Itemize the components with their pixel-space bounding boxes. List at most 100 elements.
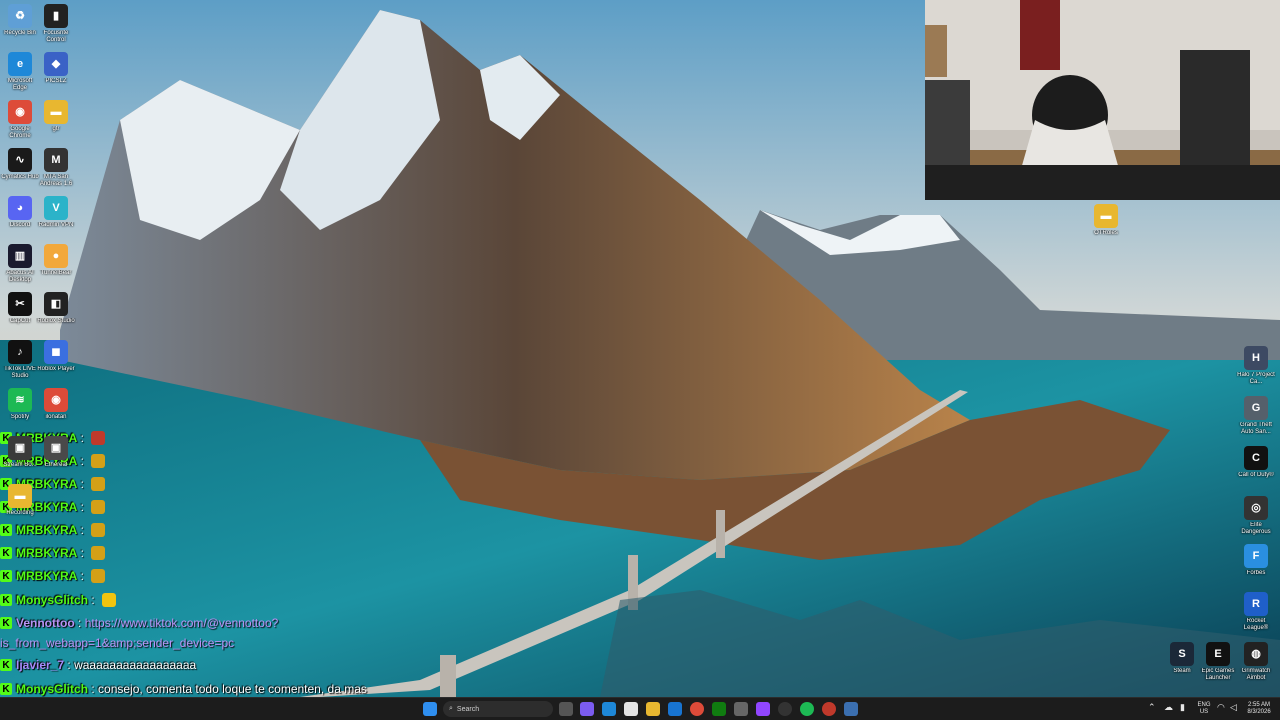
game-desktop-shortcut[interactable]: ◎ Elite Dangerous: [1236, 496, 1276, 536]
folder-desktop-shortcut[interactable]: ▬ OTRoles: [1086, 204, 1126, 244]
steam-desktop-shortcut[interactable]: S Steam: [1162, 642, 1202, 682]
radmin-desktop-shortcut[interactable]: V Radmin VPN: [36, 196, 76, 236]
chat-message: K Ijavier_7 : waaaaaaaaaaaaaaaaa: [0, 655, 196, 675]
abacus-desktop-shortcut[interactable]: ▥ Abacus.AI Desktop: [0, 244, 40, 284]
chat-text[interactable]: is_from_webapp=1&amp;sender_device=pc: [0, 636, 234, 650]
discord-desktop-shortcut[interactable]: ◕ Discord: [0, 196, 40, 236]
desktop-shortcut-label: Epic Games Launcher: [1201, 668, 1235, 681]
tray-chevron-icon[interactable]: ⌃: [1148, 703, 1156, 712]
folder-desktop-shortcut[interactable]: ▬ gtr: [36, 100, 76, 140]
game-icon: ◎: [1244, 496, 1268, 520]
chat-message: is_from_webapp=1&amp;sender_device=pc: [0, 633, 234, 653]
twitch-icon[interactable]: [756, 702, 770, 716]
halo-desktop-shortcut[interactable]: H Halo 7 Project Ca...: [1236, 346, 1276, 386]
cymatics-desktop-shortcut[interactable]: ∿ Cymatics Hub: [0, 148, 40, 188]
volume-icon[interactable]: ◁: [1230, 703, 1237, 712]
app-desktop-shortcut[interactable]: ◆ PICSLZ: [36, 52, 76, 92]
chat-separator: :: [77, 477, 88, 491]
language-indicator[interactable]: ENG US: [1197, 702, 1211, 716]
chat-emote-icon: [91, 546, 106, 560]
gta-desktop-shortcut[interactable]: G Grand Theft Auto San...: [1236, 396, 1276, 436]
edge-desktop-shortcut[interactable]: e Microsoft Edge: [0, 52, 40, 92]
chat-text: consejo, comenta todo loque te comenten,…: [98, 682, 367, 696]
epic-games-desktop-shortcut[interactable]: E Epic Games Launcher: [1198, 642, 1238, 682]
taskbar: ⌕ Search ⌃ ☁ ▮ ENG US ◠ ◁ 2:55 AM 8/3/20…: [0, 697, 1280, 720]
game-desktop-shortcut[interactable]: ◍ Grimwatch Aimbot: [1236, 642, 1276, 682]
chrome-desktop-shortcut[interactable]: ◉ ilonatan: [36, 388, 76, 428]
spotify-desktop-shortcut[interactable]: ≋ Spotify: [0, 388, 40, 428]
gta-icon: G: [1244, 396, 1268, 420]
kick-badge-icon: K: [0, 547, 12, 559]
desktop-shortcut-label: TikTok LIVE Studio: [4, 366, 36, 379]
obs-icon[interactable]: [778, 702, 792, 716]
chat-username: Ijavier_7: [16, 658, 65, 672]
desktop-shortcut-label: OTRoles: [1094, 230, 1118, 236]
store-icon[interactable]: [624, 702, 638, 716]
chat-separator: :: [64, 658, 75, 672]
chat-text[interactable]: https://www.tiktok.com/@vennottoo?: [85, 616, 279, 630]
tiktok-desktop-shortcut[interactable]: ♪ TikTok LIVE Studio: [0, 340, 40, 380]
security-icon[interactable]: [844, 702, 858, 716]
desktop-shortcut-label: Google Chrome: [9, 126, 31, 139]
wifi-icon[interactable]: ◠: [1217, 703, 1225, 712]
roblox-desktop-shortcut[interactable]: ◼ Roblox Player: [36, 340, 76, 380]
chat-emote-icon: [91, 454, 106, 468]
folder-icon: ▬: [8, 484, 32, 508]
chat-username: MonysGlitch: [16, 593, 89, 607]
search-placeholder: Search: [456, 705, 480, 713]
folder-icon: ▬: [1094, 204, 1118, 228]
tunnelbear-desktop-shortcut[interactable]: ● TunnelBear: [36, 244, 76, 284]
xbox-icon[interactable]: [712, 702, 726, 716]
chat-separator: :: [77, 523, 88, 537]
windows-start-icon[interactable]: [423, 702, 437, 716]
chat-separator: :: [77, 569, 88, 583]
app-desktop-shortcut[interactable]: ▣ Ethereal: [36, 436, 76, 476]
recycle-bin-desktop-shortcut[interactable]: ♻ Recycle Bin: [0, 4, 40, 44]
chrome-icon[interactable]: [690, 702, 704, 716]
chat-emote-icon: [91, 477, 106, 491]
tray-app-icon[interactable]: ☁: [1164, 703, 1173, 712]
desktop-shortcut-label: Spotify: [10, 414, 30, 420]
abacus-icon: ▥: [8, 244, 32, 268]
app-icon[interactable]: [734, 702, 748, 716]
language-code: ENG: [1197, 702, 1211, 708]
clock-time: 2:55 AM: [1247, 702, 1270, 708]
spotify-icon: ≋: [8, 388, 32, 412]
desktop-shortcut-label: Rocket League®: [1243, 618, 1269, 631]
rocket-league-icon: R: [1244, 592, 1268, 616]
chat-username: Vennottoo: [16, 616, 75, 630]
file-explorer-icon[interactable]: [646, 702, 660, 716]
folder-icon: ▬: [44, 100, 68, 124]
taskbar-search-input[interactable]: ⌕ Search: [443, 701, 553, 717]
chrome-desktop-shortcut[interactable]: ◉ Google Chrome: [0, 100, 40, 140]
chrome-icon[interactable]: [822, 702, 836, 716]
outlook-icon[interactable]: [668, 702, 682, 716]
clock[interactable]: 2:55 AM 8/3/2026: [1243, 702, 1275, 716]
desktop-shortcut-label: Call of Duty®: [1238, 472, 1274, 478]
desktop-shortcut-label: Microsoft Edge: [7, 78, 33, 91]
mta-desktop-shortcut[interactable]: M MTA San Andreas 1.6: [36, 148, 76, 188]
roblox-icon: ◼: [44, 340, 68, 364]
capcut-desktop-shortcut[interactable]: ✂ CapCut: [0, 292, 40, 332]
roblox-studio-desktop-shortcut[interactable]: ◧ Roblox Studio: [36, 292, 76, 332]
cod-desktop-shortcut[interactable]: C Call of Duty®: [1236, 446, 1276, 486]
search-icon: ⌕: [449, 705, 453, 712]
desktop-shortcut-label: Forbes: [1246, 570, 1266, 576]
tray-usb-icon[interactable]: ▮: [1180, 703, 1185, 712]
webcam-overlay: [925, 0, 1280, 200]
rocket-league-desktop-shortcut[interactable]: R Rocket League®: [1236, 592, 1276, 632]
copilot-icon[interactable]: [580, 702, 594, 716]
focusrite-icon: ▮: [44, 4, 68, 28]
task-view-icon[interactable]: [559, 702, 573, 716]
radmin-icon: V: [44, 196, 68, 220]
desktop-shortcut-label: Roblox Studio: [37, 318, 75, 324]
spotify-icon[interactable]: [800, 702, 814, 716]
clock-date: 8/3/2026: [1247, 709, 1271, 715]
edge-icon[interactable]: [602, 702, 616, 716]
edge-icon: e: [8, 52, 32, 76]
focusrite-desktop-shortcut[interactable]: ▮ Focusrite Control: [36, 4, 76, 44]
app-desktop-shortcut[interactable]: ▣ Stream Bo...: [0, 436, 40, 476]
app-desktop-shortcut[interactable]: F Forbes: [1236, 544, 1276, 584]
chat-username: MRBKYRA: [16, 546, 78, 560]
folder-desktop-shortcut[interactable]: ▬ Recording: [0, 484, 40, 524]
